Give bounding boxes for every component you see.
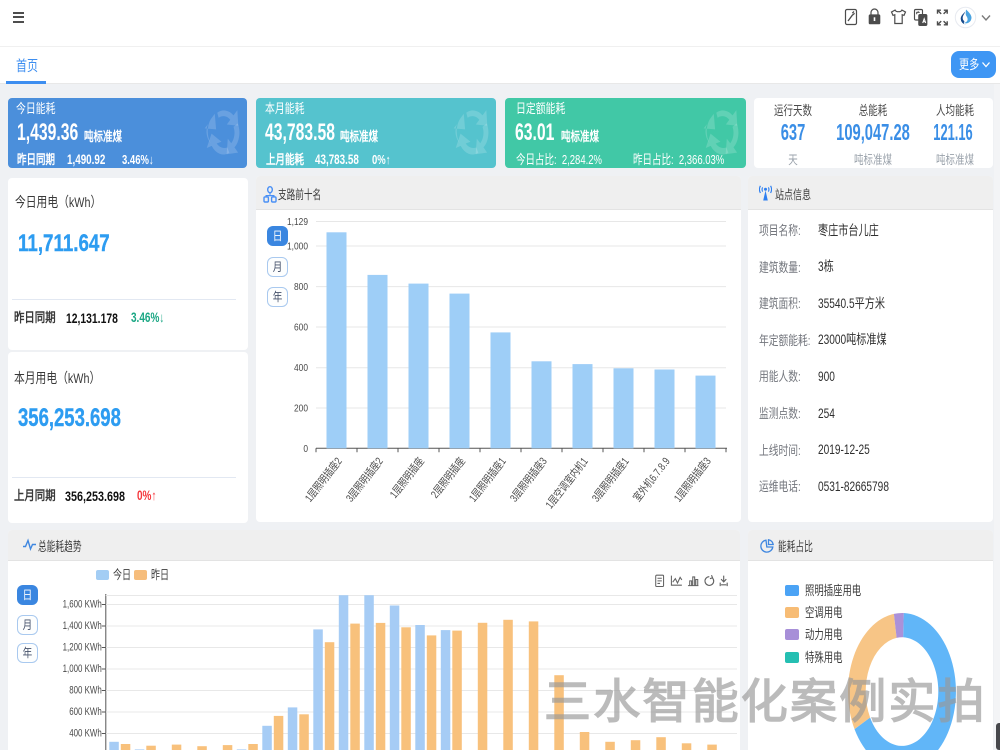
svg-text:1层照明插座2: 1层照明插座2 [301, 454, 345, 504]
svg-text:1,200 KWh: 1,200 KWh [63, 642, 102, 655]
svg-text:400: 400 [294, 362, 308, 374]
svg-text:600: 600 [294, 322, 308, 334]
svg-text:600 KWh: 600 KWh [69, 706, 102, 719]
svg-text:1,400 KWh: 1,400 KWh [63, 620, 102, 633]
svg-text:1层照明插座: 1层照明插座 [386, 454, 427, 501]
svg-text:3层照明插座2: 3层照明插座2 [342, 454, 386, 504]
svg-text:400 KWh: 400 KWh [69, 728, 102, 741]
svg-text:室外机6.7.8.9: 室外机6.7.8.9 [630, 454, 674, 504]
svg-text:1,000 KWh: 1,000 KWh [63, 663, 102, 676]
svg-text:3层照明插座3: 3层照明插座3 [506, 454, 550, 505]
svg-text:1,000: 1,000 [287, 241, 308, 253]
svg-text:1层照明插座1: 1层照明插座1 [465, 454, 509, 504]
svg-text:1,129: 1,129 [287, 216, 308, 228]
svg-text:3层照明插座1: 3层照明插座1 [588, 454, 632, 504]
svg-text:800 KWh: 800 KWh [69, 685, 102, 698]
svg-text:200: 200 [294, 403, 308, 415]
svg-text:0: 0 [303, 443, 308, 455]
svg-text:1层照明插座3: 1层照明插座3 [670, 454, 714, 505]
svg-text:2层照明插座: 2层照明插座 [427, 454, 468, 501]
svg-text:1,600 KWh: 1,600 KWh [63, 599, 102, 612]
svg-text:800: 800 [294, 281, 308, 293]
